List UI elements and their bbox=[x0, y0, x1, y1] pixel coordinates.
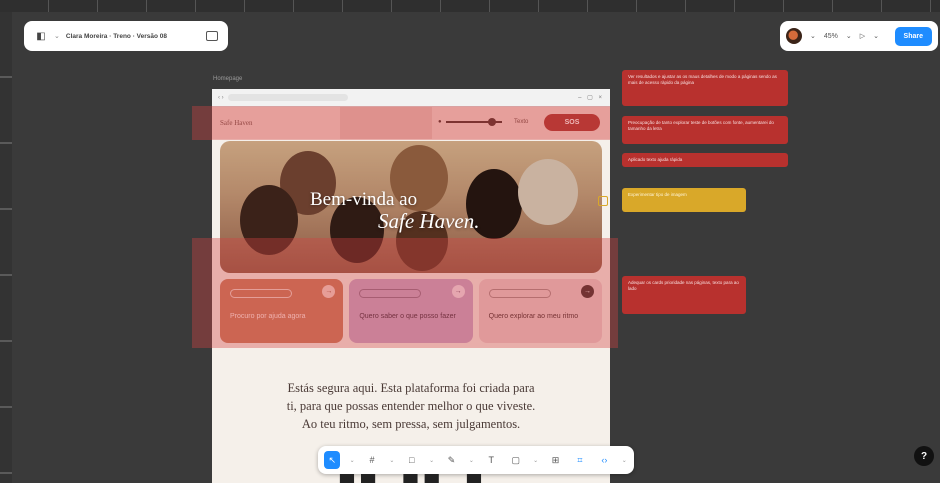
ruler-top bbox=[0, 0, 940, 12]
pen-tool-icon[interactable]: ✎ bbox=[443, 451, 459, 469]
comment-note[interactable]: Adequar os cards prioridade nas páginas,… bbox=[622, 276, 746, 314]
file-title[interactable]: Clara Moreira · Treno · Versão 08 bbox=[66, 33, 200, 40]
intro-line: Estás segura aqui. Esta plataforma foi c… bbox=[287, 381, 535, 395]
comment-note[interactable]: Preocupação de tanto explorar teste de b… bbox=[622, 116, 788, 144]
frame-label[interactable]: Homepage bbox=[213, 76, 242, 82]
chevron-down-icon[interactable]: ⌄ bbox=[428, 451, 435, 469]
panel-toggle-icon[interactable] bbox=[206, 31, 218, 41]
help-icon[interactable]: ? bbox=[914, 446, 934, 466]
chevron-down-icon[interactable]: ⌄ bbox=[532, 451, 539, 469]
hero-title-brand: Safe Haven. bbox=[378, 209, 480, 233]
window-controls: – ▢ × bbox=[578, 95, 604, 101]
chevron-down-icon[interactable]: ⌄ bbox=[468, 451, 475, 469]
chevron-down-icon[interactable]: ⌄ bbox=[348, 451, 355, 469]
connector-handle[interactable] bbox=[598, 196, 608, 206]
code-icon[interactable]: ‹› bbox=[596, 451, 612, 469]
hero-face bbox=[518, 159, 578, 225]
move-tool-icon[interactable]: ↖ bbox=[324, 451, 341, 469]
comment-note[interactable]: Ver resultados e ajustar as os maus deta… bbox=[622, 70, 788, 106]
comment-note[interactable]: Aplicado texto ajuda rápida bbox=[622, 153, 788, 167]
play-icon[interactable]: ▷ bbox=[860, 32, 865, 40]
highlight-overlay[interactable] bbox=[192, 238, 618, 348]
highlight-overlay[interactable] bbox=[192, 106, 610, 140]
chevron-down-icon[interactable]: ⌄ bbox=[388, 451, 395, 469]
intro-text: Estás segura aqui. Esta plataforma foi c… bbox=[212, 379, 610, 433]
chevron-down-icon[interactable]: ⌄ bbox=[621, 451, 628, 469]
hero-title: Bem-vinda ao bbox=[310, 189, 418, 210]
file-title-bar: ◧ ⌄ Clara Moreira · Treno · Versão 08 bbox=[24, 21, 228, 51]
intro-line: Ao teu ritmo, sem pressa, sem julgamento… bbox=[301, 417, 521, 431]
chevron-down-icon[interactable]: ⌄ bbox=[846, 32, 852, 40]
intro-line: ti, para que possas entender melhor o qu… bbox=[286, 399, 536, 413]
rectangle-tool-icon[interactable]: □ bbox=[404, 451, 420, 469]
zoom-level[interactable]: 45% bbox=[824, 33, 838, 40]
chevron-down-icon[interactable]: ⌄ bbox=[54, 32, 60, 40]
text-tool-icon[interactable]: T bbox=[483, 451, 499, 469]
comment-tool-icon[interactable]: ▢ bbox=[508, 451, 524, 469]
browser-bar: ‹ › – ▢ × bbox=[212, 89, 610, 107]
dev-mode-icon[interactable]: ⌗ bbox=[572, 451, 588, 469]
ruler-left bbox=[0, 12, 12, 483]
figma-logo-icon[interactable]: ◧ bbox=[34, 29, 48, 43]
actions-icon[interactable]: ⊞ bbox=[547, 451, 563, 469]
frame-tool-icon[interactable]: # bbox=[364, 451, 380, 469]
back-icon: ‹ › bbox=[218, 94, 224, 101]
chevron-down-icon[interactable]: ⌄ bbox=[873, 32, 879, 40]
comment-note[interactable]: Experimentar tipo de imagem bbox=[622, 188, 746, 212]
share-button[interactable]: Share bbox=[894, 26, 932, 46]
top-right-toolbar: ⌄ 45% ⌄ ▷ ⌄ Share bbox=[780, 21, 938, 51]
offcanvas-text: █ ▀ ▄ █ ▀ ▄ █ bbox=[212, 474, 610, 483]
avatar[interactable] bbox=[786, 28, 802, 44]
url-bar bbox=[227, 94, 348, 101]
chevron-down-icon[interactable]: ⌄ bbox=[810, 32, 816, 40]
bottom-toolbar: ↖ ⌄ # ⌄ □ ⌄ ✎ ⌄ T ▢ ⌄ ⊞ ⌗ ‹› ⌄ bbox=[318, 446, 634, 474]
